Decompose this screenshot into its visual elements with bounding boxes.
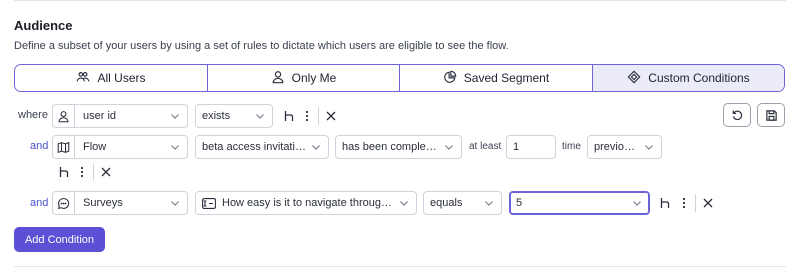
close-icon[interactable] <box>324 108 338 124</box>
chevron-down-icon <box>171 145 179 150</box>
property-value: user id <box>83 110 117 122</box>
timeframe-value: previously <box>594 141 639 153</box>
chevron-down-icon <box>633 201 641 206</box>
branch-icon[interactable] <box>658 195 672 211</box>
operator-select[interactable]: exists <box>195 104 273 128</box>
divider <box>695 194 696 212</box>
person-icon <box>53 105 75 127</box>
operator-value: equals <box>430 197 463 209</box>
chevron-down-icon <box>312 145 320 150</box>
close-icon[interactable] <box>99 164 113 180</box>
branch-icon[interactable] <box>57 164 71 180</box>
section-description: Define a subset of your users by using a… <box>14 40 509 52</box>
property-value: Flow <box>83 141 107 153</box>
operator-value: exists <box>202 110 231 122</box>
tab-label: Saved Segment <box>463 71 550 85</box>
tab-only-me[interactable]: Only Me <box>208 65 400 91</box>
count-input[interactable]: 1 <box>506 135 556 159</box>
close-icon[interactable] <box>701 195 715 211</box>
users-icon <box>76 70 90 87</box>
flow-state-select[interactable]: has been completed <box>335 135 462 159</box>
tab-all-users[interactable]: All Users <box>15 65 208 91</box>
operator-select[interactable]: equals <box>423 191 502 215</box>
divider <box>93 163 94 181</box>
chevron-down-icon <box>400 201 408 206</box>
at-least-label: at least <box>469 141 502 152</box>
question-select[interactable]: How easy is it to navigate through U... <box>195 191 417 215</box>
pie-chart-icon <box>443 70 457 87</box>
more-options-icon[interactable] <box>300 108 314 124</box>
timeframe-select[interactable]: previously <box>587 135 662 159</box>
condition-connector: where <box>18 109 48 121</box>
more-options-icon[interactable] <box>75 164 89 180</box>
value-text: 5 <box>516 197 523 209</box>
chevron-down-icon <box>645 145 653 150</box>
chevron-down-icon <box>445 145 453 150</box>
diamond-icon <box>627 70 641 87</box>
bottom-divider <box>14 266 786 267</box>
chevron-down-icon <box>485 201 493 206</box>
chevron-down-icon <box>256 114 264 119</box>
chevron-down-icon <box>171 201 179 206</box>
input-field-icon <box>202 197 216 209</box>
reset-button[interactable] <box>723 103 751 127</box>
tab-label: Only Me <box>291 71 337 85</box>
property-value: Surveys <box>83 197 123 209</box>
top-divider <box>14 0 786 1</box>
save-button[interactable] <box>757 103 785 127</box>
audience-mode-tabs: All Users Only Me Saved Segment Custom C… <box>14 64 785 92</box>
tab-label: All Users <box>97 71 146 85</box>
map-icon <box>53 136 75 158</box>
add-condition-button[interactable]: Add Condition <box>14 227 105 252</box>
property-select[interactable]: Surveys <box>52 191 188 215</box>
tab-label: Custom Conditions <box>648 71 750 85</box>
property-select[interactable]: user id <box>52 104 188 128</box>
flow-value: beta access invitation <box>202 141 306 153</box>
chat-bubble-icon <box>53 192 75 214</box>
flow-state-value: has been completed <box>342 141 439 153</box>
value-select[interactable]: 5 <box>509 191 650 215</box>
refresh-icon <box>732 110 742 120</box>
person-icon <box>271 70 285 87</box>
tab-custom-conditions[interactable]: Custom Conditions <box>593 65 784 91</box>
chevron-down-icon <box>171 114 179 119</box>
condition-connector: and <box>30 197 49 209</box>
section-title: Audience <box>14 18 73 33</box>
flow-select[interactable]: beta access invitation <box>195 135 329 159</box>
property-select[interactable]: Flow <box>52 135 188 159</box>
divider <box>318 107 319 125</box>
tab-saved-segment[interactable]: Saved Segment <box>400 65 593 91</box>
more-options-icon[interactable] <box>677 195 691 211</box>
condition-connector: and <box>30 140 49 152</box>
branch-icon[interactable] <box>282 108 296 124</box>
save-icon <box>765 109 777 121</box>
question-value: How easy is it to navigate through U... <box>222 197 394 209</box>
time-label: time <box>562 141 581 152</box>
